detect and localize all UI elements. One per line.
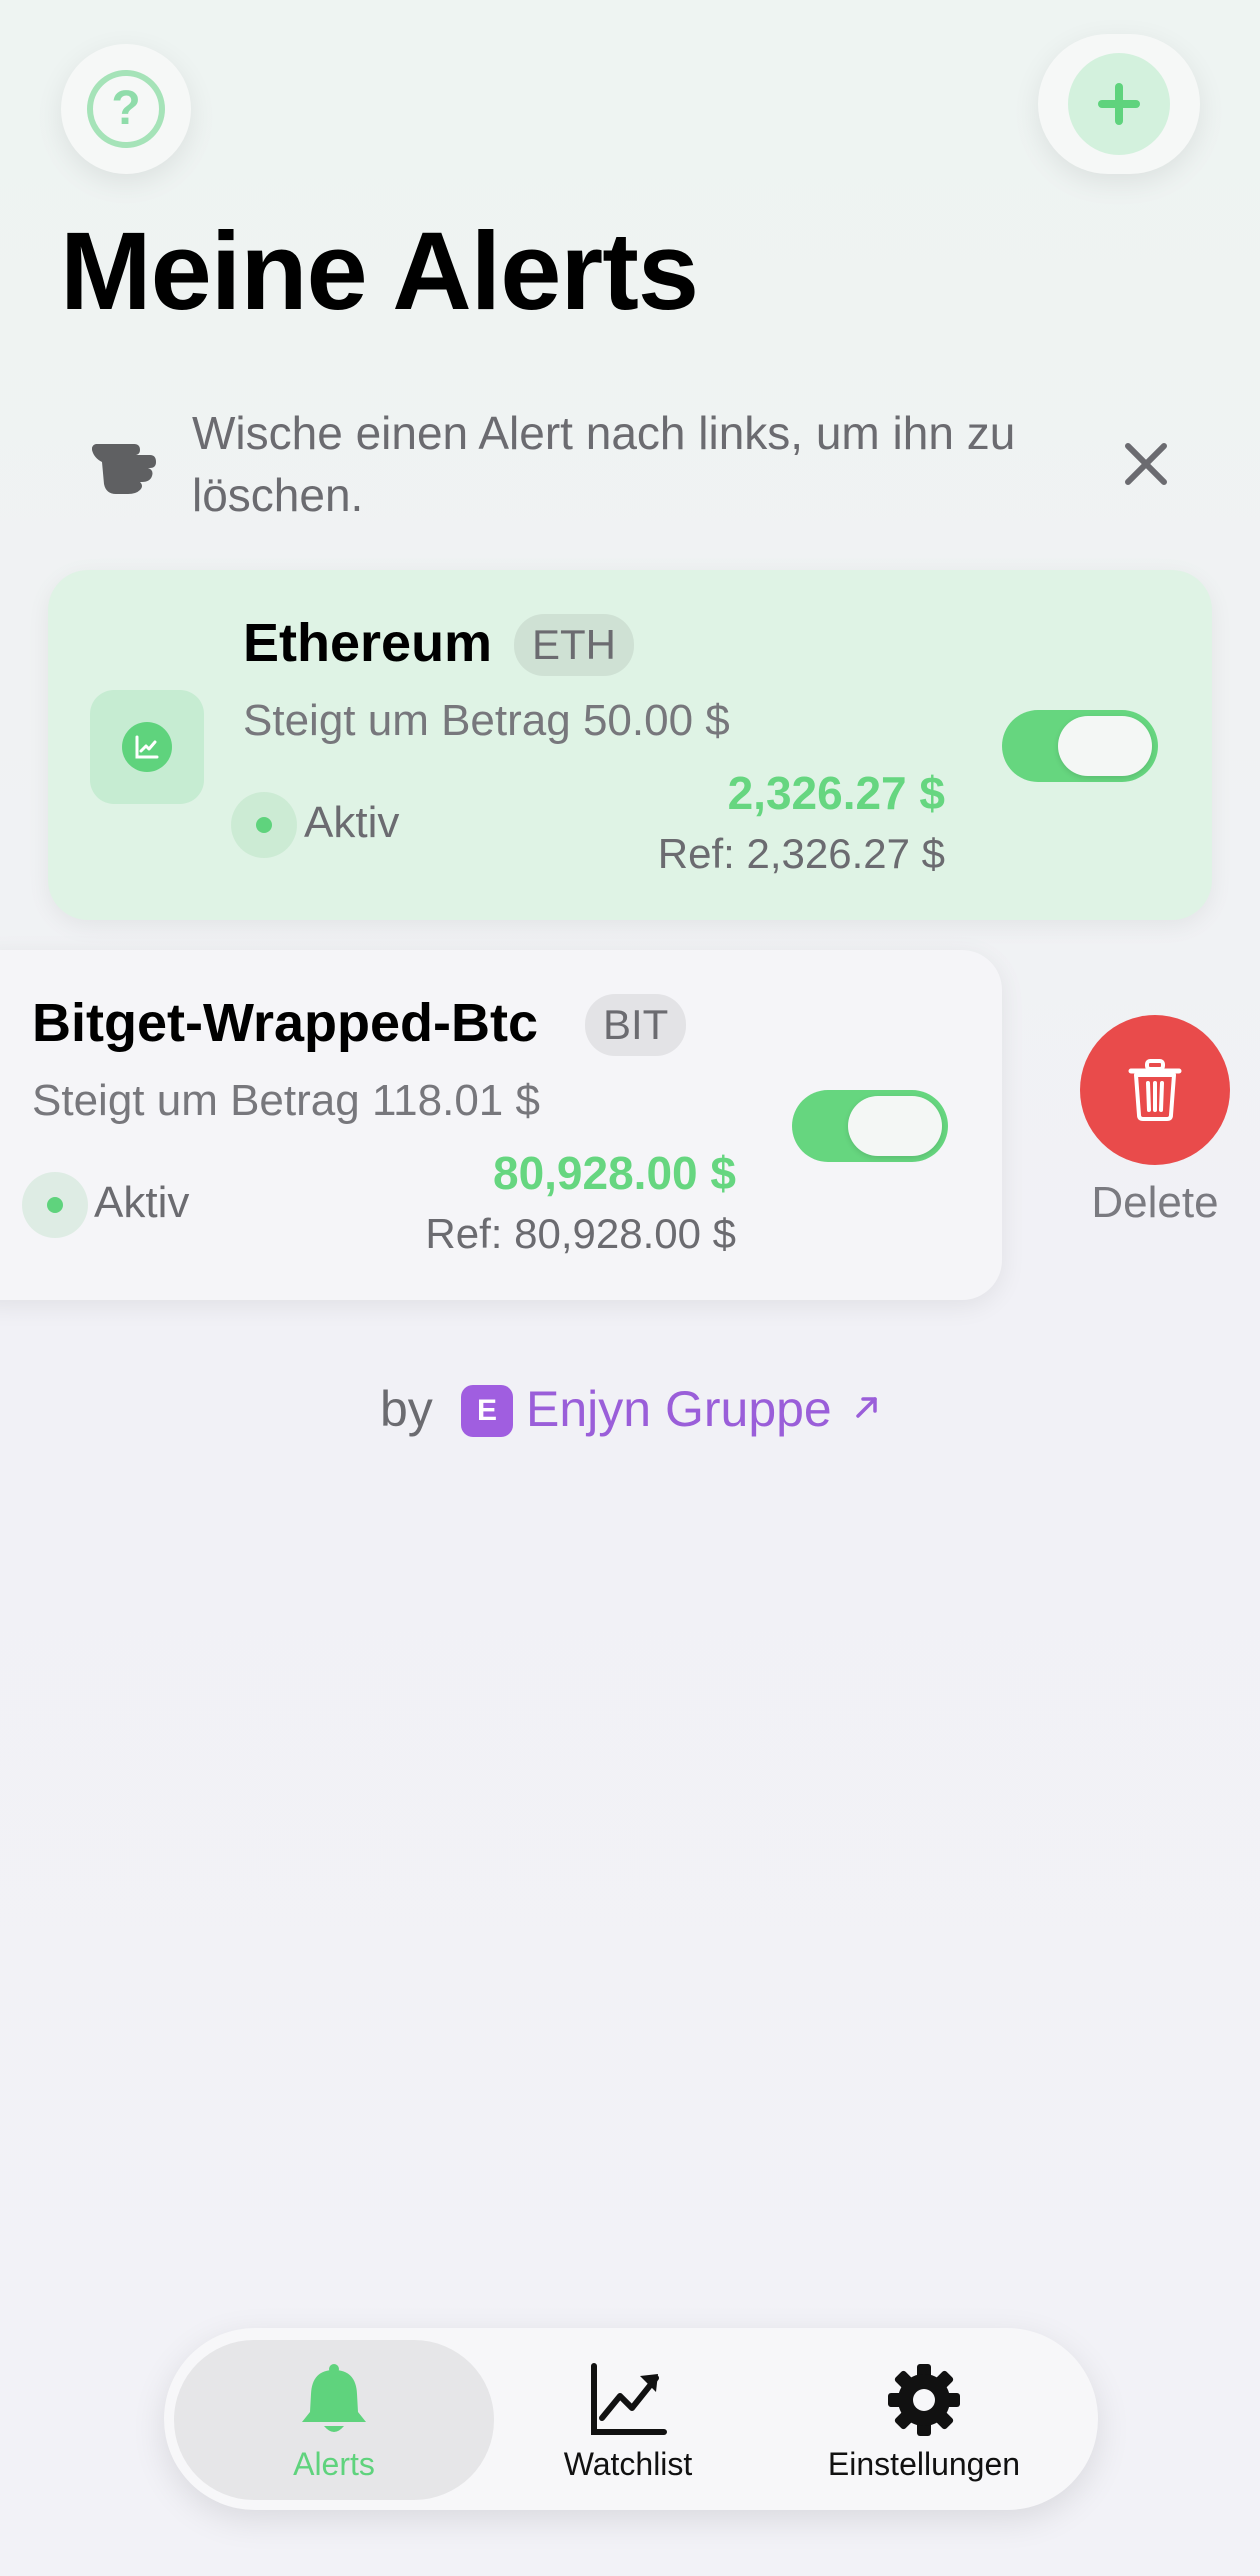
pointing-hand-icon [92, 444, 156, 494]
credit-by-label: by [380, 1381, 433, 1437]
ticker-badge: ETH [514, 614, 634, 676]
coin-icon [90, 690, 204, 804]
gear-icon [888, 2364, 960, 2436]
alert-name: Bitget-Wrapped-Btc [32, 993, 538, 1053]
alert-name: Ethereum [243, 613, 493, 673]
chart-trend-icon [591, 2363, 667, 2435]
status-indicator [231, 792, 297, 858]
reference-price: Ref: 2,326.27 $ [657, 830, 945, 877]
current-price: 80,928.00 $ [492, 1147, 736, 1199]
alert-condition: Steigt um Betrag 50.00 $ [243, 696, 730, 745]
page-title: Meine Alerts [60, 210, 699, 333]
delete-label: Delete [1091, 1178, 1219, 1227]
add-alert-button[interactable] [1038, 34, 1200, 174]
brand-logo: E [461, 1385, 513, 1437]
tab-label: Einstellungen [827, 2446, 1021, 2482]
brand-link[interactable]: Enjyn Gruppe [526, 1380, 832, 1438]
swipe-hint-text: Wische einen Alert nach links, um ihn zu… [192, 407, 1016, 521]
alert-condition: Steigt um Betrag 118.01 $ [32, 1076, 540, 1125]
chart-up-icon [135, 735, 159, 759]
reference-price: Ref: 80,928.00 $ [425, 1210, 736, 1257]
tab-watchlist[interactable]: Watchlist [478, 2362, 778, 2483]
ticker-badge: BIT [585, 994, 687, 1056]
tab-einstellungen[interactable]: Einstellungen [774, 2362, 1074, 2483]
bell-icon [302, 2364, 366, 2432]
delete-button[interactable] [1080, 1015, 1230, 1165]
trash-icon [1128, 1059, 1182, 1121]
close-icon[interactable] [1120, 438, 1172, 490]
tab-label: Watchlist [563, 2446, 693, 2482]
help-button[interactable]: ? [61, 44, 191, 174]
status-indicator [22, 1172, 88, 1238]
alert-toggle[interactable] [1002, 710, 1158, 782]
question-circle-icon: ? [87, 70, 165, 148]
plus-icon [1098, 83, 1140, 125]
alert-toggle[interactable] [792, 1090, 948, 1162]
status-label: Aktiv [94, 1178, 190, 1227]
tab-label: Alerts [293, 2446, 375, 2482]
arrow-up-right-icon [856, 1397, 877, 1418]
current-price: 2,326.27 $ [727, 767, 945, 819]
tab-alerts[interactable]: Alerts [184, 2362, 484, 2483]
status-label: Aktiv [304, 798, 400, 847]
